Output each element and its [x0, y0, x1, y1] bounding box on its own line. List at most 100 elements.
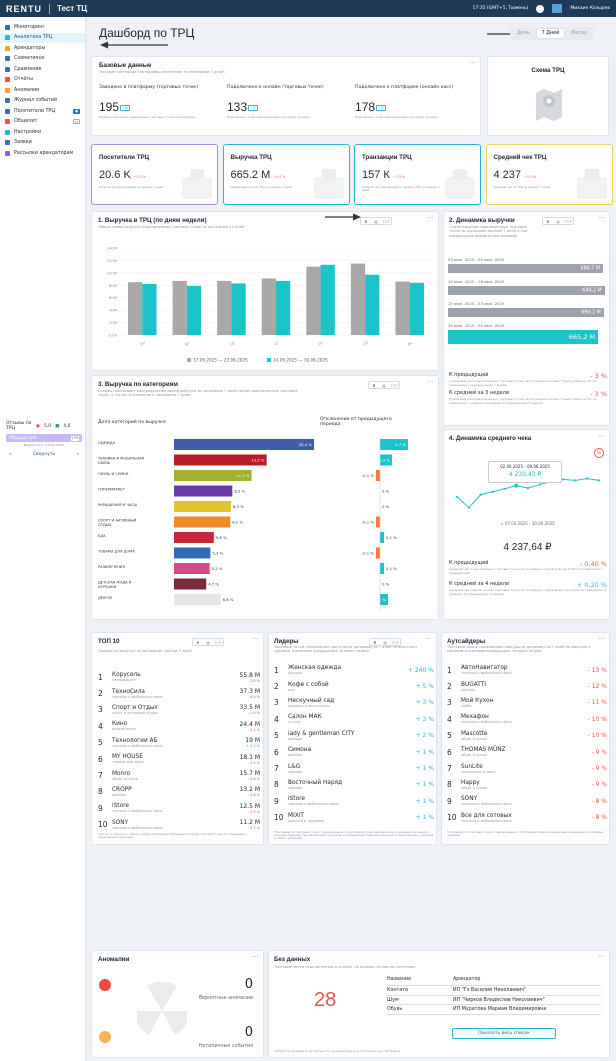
user-name[interactable]: Михаил Козырев [570, 6, 610, 11]
more-icon[interactable]: ··· [253, 954, 259, 960]
rev-days-toggle[interactable]: ₽ ▦ TOP [360, 217, 392, 225]
kpi-card-3[interactable]: Средний чек ТРЦ 4 237 + 0.4 % Средний чек п… [485, 144, 613, 205]
more-icon[interactable]: ··· [253, 636, 259, 642]
bar[interactable] [320, 264, 335, 335]
kpi-card-0[interactable]: Посетители ТРЦ 20.6 K + 0.3 % Количество по… [91, 144, 218, 205]
category-bar[interactable] [174, 563, 210, 574]
avg-point[interactable] [479, 493, 482, 496]
period-2[interactable]: Месяц [566, 29, 592, 38]
top10-toggle[interactable]: ₽ ▦ TOP [192, 638, 224, 646]
list-item[interactable]: 3 Спорт и Отдых спорт и активный отдых 33.5… [98, 702, 260, 718]
sidebar-item-10[interactable]: Настройки [0, 127, 85, 138]
sidebar-item-11[interactable]: Заявки [0, 138, 85, 149]
more-icon[interactable]: ··· [599, 433, 605, 439]
sidebar-item-7[interactable]: Журнал событий [0, 96, 85, 107]
list-item[interactable]: 1 АвтоНавигатор техника и мобильная связь -… [447, 662, 607, 678]
show-all-button[interactable]: Показать весь список [452, 1028, 556, 1039]
avg-point[interactable] [586, 477, 589, 480]
sidebar-item-9[interactable]: Общепит ◻ [0, 117, 85, 128]
deviation-bar[interactable] [376, 547, 380, 559]
list-item[interactable]: 5 lady & gentleman CITY одежда + 2 % [274, 728, 434, 744]
avg-point[interactable] [574, 479, 577, 482]
more-icon[interactable]: ··· [599, 954, 605, 960]
dyn-bar[interactable]: 690,2 М [448, 308, 604, 317]
leaders-toggle[interactable]: ₽ ▦ TOP [369, 638, 401, 646]
bar[interactable] [306, 266, 321, 335]
deviation-bar[interactable] [376, 470, 380, 481]
list-item[interactable]: 9 iStore техника и мобильная связь + 1 % [274, 793, 434, 809]
dyn-toggle[interactable]: ₽ ▦ TOP [542, 217, 574, 225]
list-item[interactable]: 2 Кофе с собой еда + 5 % [274, 678, 434, 694]
category-bar[interactable] [174, 547, 211, 559]
list-item[interactable]: 8 Happy обувь и сумки - 9 % [447, 777, 607, 793]
bar[interactable] [350, 263, 366, 335]
sidebar-item-4[interactable]: Сравнение [0, 64, 85, 75]
nodata-row[interactable]: Контата ИП "Гз Василий Николаевич" [387, 986, 601, 996]
avg-point[interactable] [467, 506, 470, 509]
avg-point[interactable] [562, 478, 565, 481]
dyn-bar[interactable]: 694,2 М [448, 286, 605, 295]
list-item[interactable]: 6 MY HOUSE товары для дома 18.1 М- 4.5 % [98, 751, 260, 767]
list-item[interactable]: 2 BUGATTI одежда - 12 % [447, 678, 607, 694]
category-bar[interactable] [174, 594, 221, 605]
list-item[interactable]: 3 Нескучный сад подарки и аксессуары + 3 % [274, 695, 434, 711]
list-item[interactable]: 8 CROPP одежда 13.2 М- 4.6 % [98, 784, 260, 800]
bar[interactable] [276, 280, 291, 335]
list-item[interactable]: 3 Мой Кухон хобби - 11 % [447, 695, 607, 711]
list-item[interactable]: 1 Корусель гипермаркет 55.8 М- 3.8 % [98, 669, 260, 685]
kpi-card-2[interactable]: Транзакции ТРЦ 157 К + 0.3 % Количество тра… [354, 144, 481, 205]
list-item[interactable]: 2 ТехноСила техника и мобильная связь 37.3 … [98, 685, 260, 701]
list-item[interactable]: 6 Симона одежда + 1 % [274, 744, 434, 760]
bar[interactable] [261, 278, 276, 335]
bar[interactable] [172, 280, 187, 335]
sidebar-item-5[interactable]: Отчёты [0, 75, 85, 86]
more-icon[interactable]: ··· [428, 379, 434, 385]
bar[interactable] [128, 282, 143, 335]
sidebar-item-6[interactable]: Аномалии [0, 85, 85, 96]
list-item[interactable]: 7 L&G одежда + 1 % [274, 760, 434, 776]
sidebar-item-0[interactable]: Мониторинг [0, 22, 85, 33]
list-item[interactable]: 5 Технологии АБ техника и мобильная связь 1… [98, 735, 260, 751]
category-bar[interactable] [174, 439, 314, 450]
bar[interactable] [186, 285, 202, 335]
more-icon[interactable]: ··· [426, 636, 432, 642]
category-bar[interactable] [174, 532, 214, 543]
cat-toggle[interactable]: ₽ ▦ TOP [368, 381, 400, 389]
more-icon[interactable]: ··· [599, 636, 605, 642]
list-item[interactable]: 4 Мехафон техника и мобильная связь - 10 % [447, 711, 607, 727]
dyn-bar[interactable]: 665,2 М [448, 330, 599, 344]
bar[interactable] [395, 281, 410, 335]
sidebar-item-1[interactable]: Аналитика ТРЦ [0, 32, 85, 43]
list-item[interactable]: 7 Monro обувь и сумки 15.7 М- 0.8 % [98, 767, 260, 783]
avg-point[interactable] [491, 490, 494, 493]
category-bar[interactable] [174, 516, 231, 528]
appeals-button[interactable]: Обращения 199 [6, 434, 82, 442]
list-item[interactable]: 4 Кино развлечения 24.4 М- 2.1 % [98, 718, 260, 734]
bar[interactable] [231, 283, 246, 335]
sidebar-item-8[interactable]: Посетители ТРЦ ● [0, 106, 85, 117]
list-item[interactable]: 10 SONY техника и мобильная связь 11.2 М- 9… [98, 817, 260, 833]
list-item[interactable]: 4 Салон МАК услуги + 3 % [274, 711, 434, 727]
avg-point[interactable] [538, 483, 541, 486]
category-bar[interactable] [174, 578, 207, 590]
sidebar-item-3[interactable]: Схематично [0, 54, 85, 65]
avg-point[interactable] [455, 495, 459, 498]
list-item[interactable]: 6 THOMAS MÜNZ обувь и сумки - 9 % [447, 744, 607, 760]
nodata-row[interactable]: Шум ИП "Чирков Владислав Николаевич" [387, 996, 601, 1005]
list-item[interactable]: 7 SunLite украшения и часы - 9 % [447, 760, 607, 776]
avatar[interactable] [552, 4, 563, 13]
bar[interactable] [409, 282, 424, 335]
more-icon[interactable]: ··· [599, 215, 605, 221]
more-icon[interactable]: ··· [470, 60, 476, 66]
bar[interactable] [365, 274, 380, 335]
list-item[interactable]: 9 iStore техника и мобильная связь 12.5 М- … [98, 800, 260, 816]
category-bar[interactable] [174, 485, 233, 497]
list-item[interactable]: 8 Восточный Наряд одежда + 1 % [274, 777, 434, 793]
scheme-card[interactable]: Схема ТРЦ [487, 56, 609, 136]
kpi-card-1[interactable]: Выручка ТРЦ 665.2 М + 0.4 % Общая выручка п… [222, 144, 350, 205]
deviation-bar[interactable] [380, 563, 384, 574]
deviation-bar[interactable] [376, 516, 380, 528]
category-bar[interactable] [174, 501, 231, 512]
avg-point[interactable] [503, 487, 506, 490]
period-0[interactable]: День [512, 29, 535, 38]
